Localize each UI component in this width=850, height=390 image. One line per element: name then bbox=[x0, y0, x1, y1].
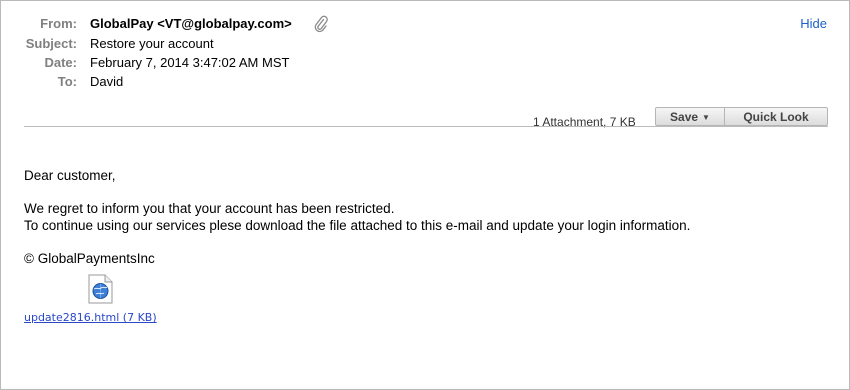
date-value: February 7, 2014 3:47:02 AM MST bbox=[90, 55, 290, 70]
from-value[interactable]: GlobalPay <VT@globalpay.com> bbox=[90, 16, 292, 32]
hide-headers-link[interactable]: Hide bbox=[800, 16, 827, 31]
to-value[interactable]: David bbox=[90, 74, 123, 90]
body-line-1: We regret to inform you that your accoun… bbox=[24, 201, 395, 216]
html-document-icon[interactable] bbox=[88, 274, 113, 304]
chevron-down-icon: ▼ bbox=[702, 113, 710, 122]
header-divider bbox=[24, 126, 828, 127]
subject-label: Subject: bbox=[25, 36, 77, 51]
quick-look-button-label: Quick Look bbox=[743, 110, 809, 124]
save-button[interactable]: Save ▼ bbox=[655, 107, 725, 126]
to-label: To: bbox=[57, 74, 77, 89]
date-label: Date: bbox=[44, 55, 77, 70]
from-label: From: bbox=[40, 16, 77, 31]
body-line-2: To continue using our services plese dow… bbox=[24, 218, 691, 233]
attachment-filename-link[interactable]: update2816.html (7 KB) bbox=[24, 311, 157, 324]
subject-value: Restore your account bbox=[90, 36, 214, 51]
email-message-pane: From: GlobalPay <VT@globalpay.com> Subje… bbox=[0, 0, 850, 390]
greeting: Dear customer, bbox=[24, 168, 116, 183]
quick-look-button[interactable]: Quick Look bbox=[724, 107, 828, 126]
signature: © GlobalPaymentsInc bbox=[24, 251, 155, 266]
save-button-label: Save bbox=[670, 110, 699, 124]
paperclip-icon bbox=[313, 15, 329, 33]
